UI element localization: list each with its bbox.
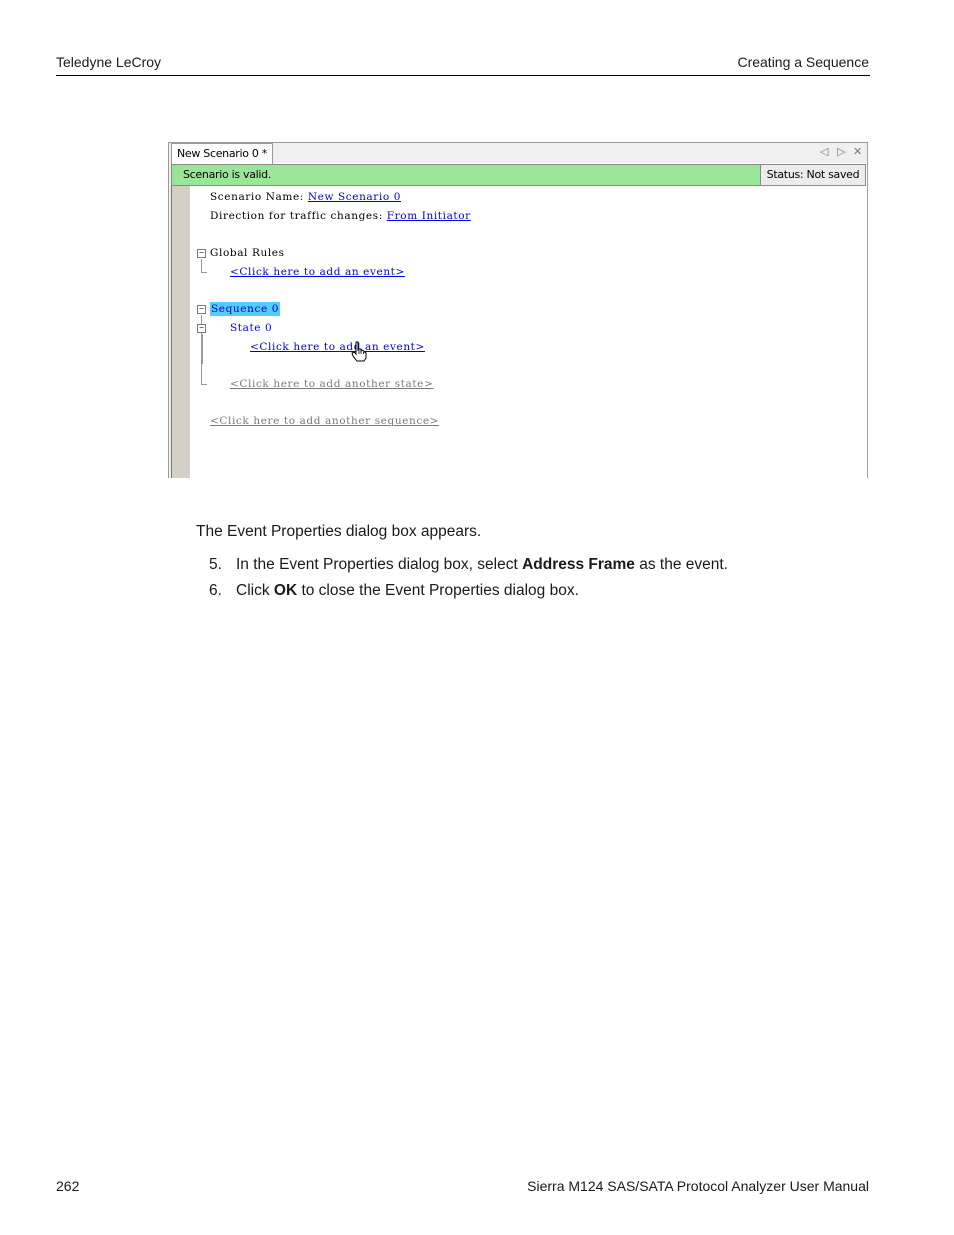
tab-bar: New Scenario 0 * ◁ ▷ ✕	[168, 142, 867, 164]
status-message: Scenario is valid.	[183, 168, 272, 181]
direction-link[interactable]: From Initiator	[387, 210, 471, 222]
status-bar: Scenario is valid. Status: Not saved	[171, 164, 866, 186]
step-number: 6.	[209, 582, 222, 599]
step-text: In the Event Properties dialog box, sele…	[236, 556, 523, 573]
tree-connector	[201, 384, 207, 385]
footer-title: Sierra M124 SAS/SATA Protocol Analyzer U…	[527, 1178, 869, 1194]
sequence-node[interactable]: Sequence 0	[210, 302, 280, 316]
page-number: 262	[56, 1178, 80, 1194]
add-state-link[interactable]: <Click here to add another state>	[230, 378, 433, 390]
header-divider	[56, 75, 870, 76]
scroll-right-icon[interactable]: ▷	[837, 145, 845, 160]
header-left: Teledyne LeCroy	[56, 54, 162, 70]
tree-connector	[202, 334, 203, 364]
step-number: 5.	[209, 556, 222, 573]
tree-connector	[201, 259, 202, 272]
step-5: 5. In the Event Properties dialog box, se…	[209, 556, 728, 574]
save-status: Status: Not saved	[760, 165, 865, 185]
scenario-editor-screenshot: New Scenario 0 * ◁ ▷ ✕ Scenario is valid…	[168, 142, 868, 478]
scenario-name-link[interactable]: New Scenario 0	[308, 191, 401, 203]
collapse-state-icon[interactable]: −	[197, 324, 206, 333]
step-text: as the event.	[634, 556, 728, 573]
state-add-event-link[interactable]: <Click here to add an event>	[250, 341, 425, 353]
step-text: to close the Event Properties dialog box…	[297, 582, 579, 599]
step-text: Click	[236, 582, 274, 599]
tree-connector	[201, 272, 207, 273]
scroll-left-icon[interactable]: ◁	[820, 145, 828, 160]
close-icon[interactable]: ✕	[853, 145, 862, 160]
tab-new-scenario[interactable]: New Scenario 0 *	[171, 143, 273, 164]
state-node[interactable]: State 0	[230, 322, 272, 334]
collapse-sequence-icon[interactable]: −	[197, 305, 206, 314]
direction-label: Direction for traffic changes:	[210, 210, 383, 222]
global-rules-node: Global Rules	[210, 247, 285, 259]
editor-gutter	[171, 186, 190, 478]
global-add-event-link[interactable]: <Click here to add an event>	[230, 266, 405, 278]
scenario-name-label: Scenario Name:	[210, 191, 304, 203]
add-sequence-link[interactable]: <Click here to add another sequence>	[210, 415, 439, 427]
step-6: 6. Click OK to close the Event Properties…	[209, 582, 579, 600]
header-right: Creating a Sequence	[737, 54, 869, 70]
intro-paragraph: The Event Properties dialog box appears.	[196, 523, 482, 540]
collapse-global-rules-icon[interactable]: −	[197, 249, 206, 258]
step-bold: Address Frame	[522, 556, 635, 573]
hand-cursor-icon	[351, 341, 367, 362]
step-bold: OK	[273, 582, 298, 599]
